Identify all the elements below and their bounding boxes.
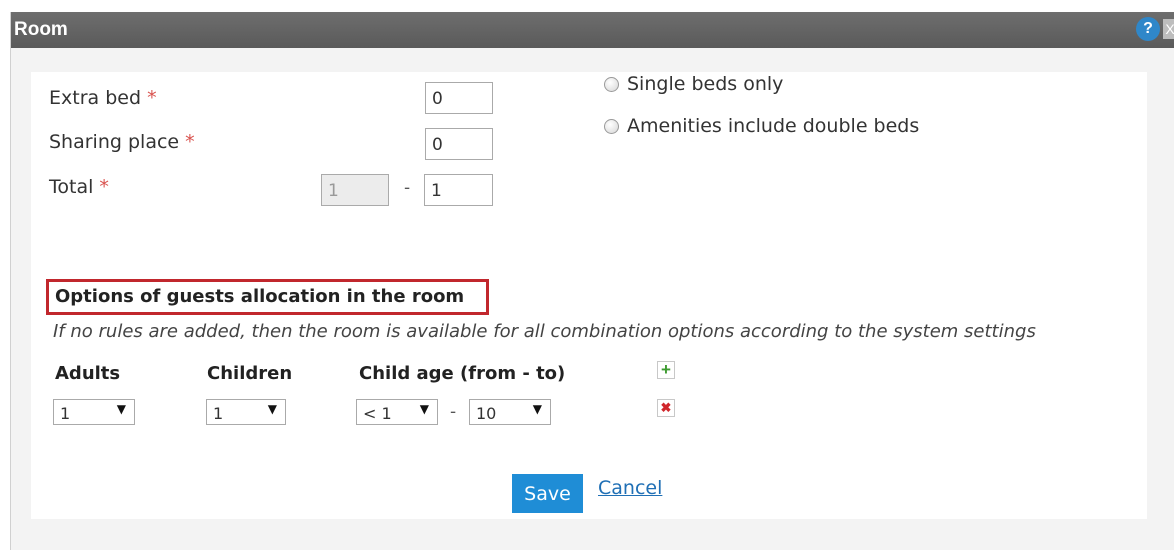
extra-bed-input[interactable] — [425, 82, 493, 114]
child-age-to-value: 10 — [476, 404, 497, 423]
required-mark: * — [185, 131, 195, 153]
chevron-down-icon: ▼ — [532, 402, 542, 416]
room-dialog: Room ? X Extra bed * Sharing place * Tot… — [10, 12, 1174, 550]
radio-double-beds-label: Amenities include double beds — [627, 115, 920, 137]
close-icon[interactable]: X — [1163, 19, 1174, 39]
children-select-value: 1 — [213, 404, 224, 423]
radio-double-beds[interactable]: Amenities include double beds — [604, 115, 919, 137]
child-age-from-select[interactable]: < 1 ▼ — [356, 399, 438, 425]
radio-button[interactable] — [604, 76, 619, 92]
total-range-separator: - — [404, 178, 411, 198]
chevron-down-icon: ▼ — [116, 402, 126, 416]
dialog-titlebar: Room ? X — [11, 12, 1174, 48]
children-select[interactable]: 1 ▼ — [206, 399, 286, 425]
required-mark: * — [147, 87, 157, 109]
children-column-header: Children — [207, 363, 293, 384]
dialog-title: Room — [14, 19, 68, 40]
x-icon: ✖ — [660, 400, 672, 415]
chevron-down-icon: ▼ — [419, 402, 429, 416]
remove-rule-button[interactable]: ✖ — [657, 399, 675, 417]
adults-select[interactable]: 1 ▼ — [53, 399, 135, 425]
radio-single-beds-label: Single beds only — [627, 73, 784, 95]
adults-column-header: Adults — [55, 363, 121, 384]
child-age-to-select[interactable]: 10 ▼ — [469, 399, 551, 425]
room-form-panel: Extra bed * Sharing place * Total * - Si… — [31, 72, 1147, 519]
extra-bed-label-text: Extra bed — [49, 87, 142, 109]
child-age-separator: - — [450, 402, 457, 422]
add-rule-button[interactable]: + — [657, 361, 675, 379]
allocation-section-title: Options of guests allocation in the room — [46, 279, 489, 315]
allocation-hint: If no rules are added, then the room is … — [53, 321, 1036, 342]
plus-icon: + — [661, 360, 671, 379]
sharing-place-label-text: Sharing place — [49, 131, 180, 153]
adults-select-value: 1 — [60, 404, 71, 423]
total-label-text: Total — [49, 176, 94, 198]
chevron-down-icon: ▼ — [267, 402, 277, 416]
cancel-link[interactable]: Cancel — [598, 477, 662, 499]
total-label: Total * — [49, 176, 109, 198]
required-mark: * — [99, 176, 109, 198]
total-max-input[interactable] — [424, 174, 493, 206]
extra-bed-label: Extra bed * — [49, 87, 157, 109]
save-button[interactable]: Save — [512, 474, 583, 513]
sharing-place-input[interactable] — [425, 128, 493, 160]
child-age-column-header: Child age (from - to) — [359, 363, 566, 384]
sharing-place-label: Sharing place * — [49, 131, 195, 153]
radio-button[interactable] — [604, 118, 619, 134]
radio-single-beds[interactable]: Single beds only — [604, 73, 783, 95]
child-age-from-value: < 1 — [363, 404, 392, 423]
total-min-input — [321, 174, 389, 206]
help-icon[interactable]: ? — [1136, 17, 1160, 41]
